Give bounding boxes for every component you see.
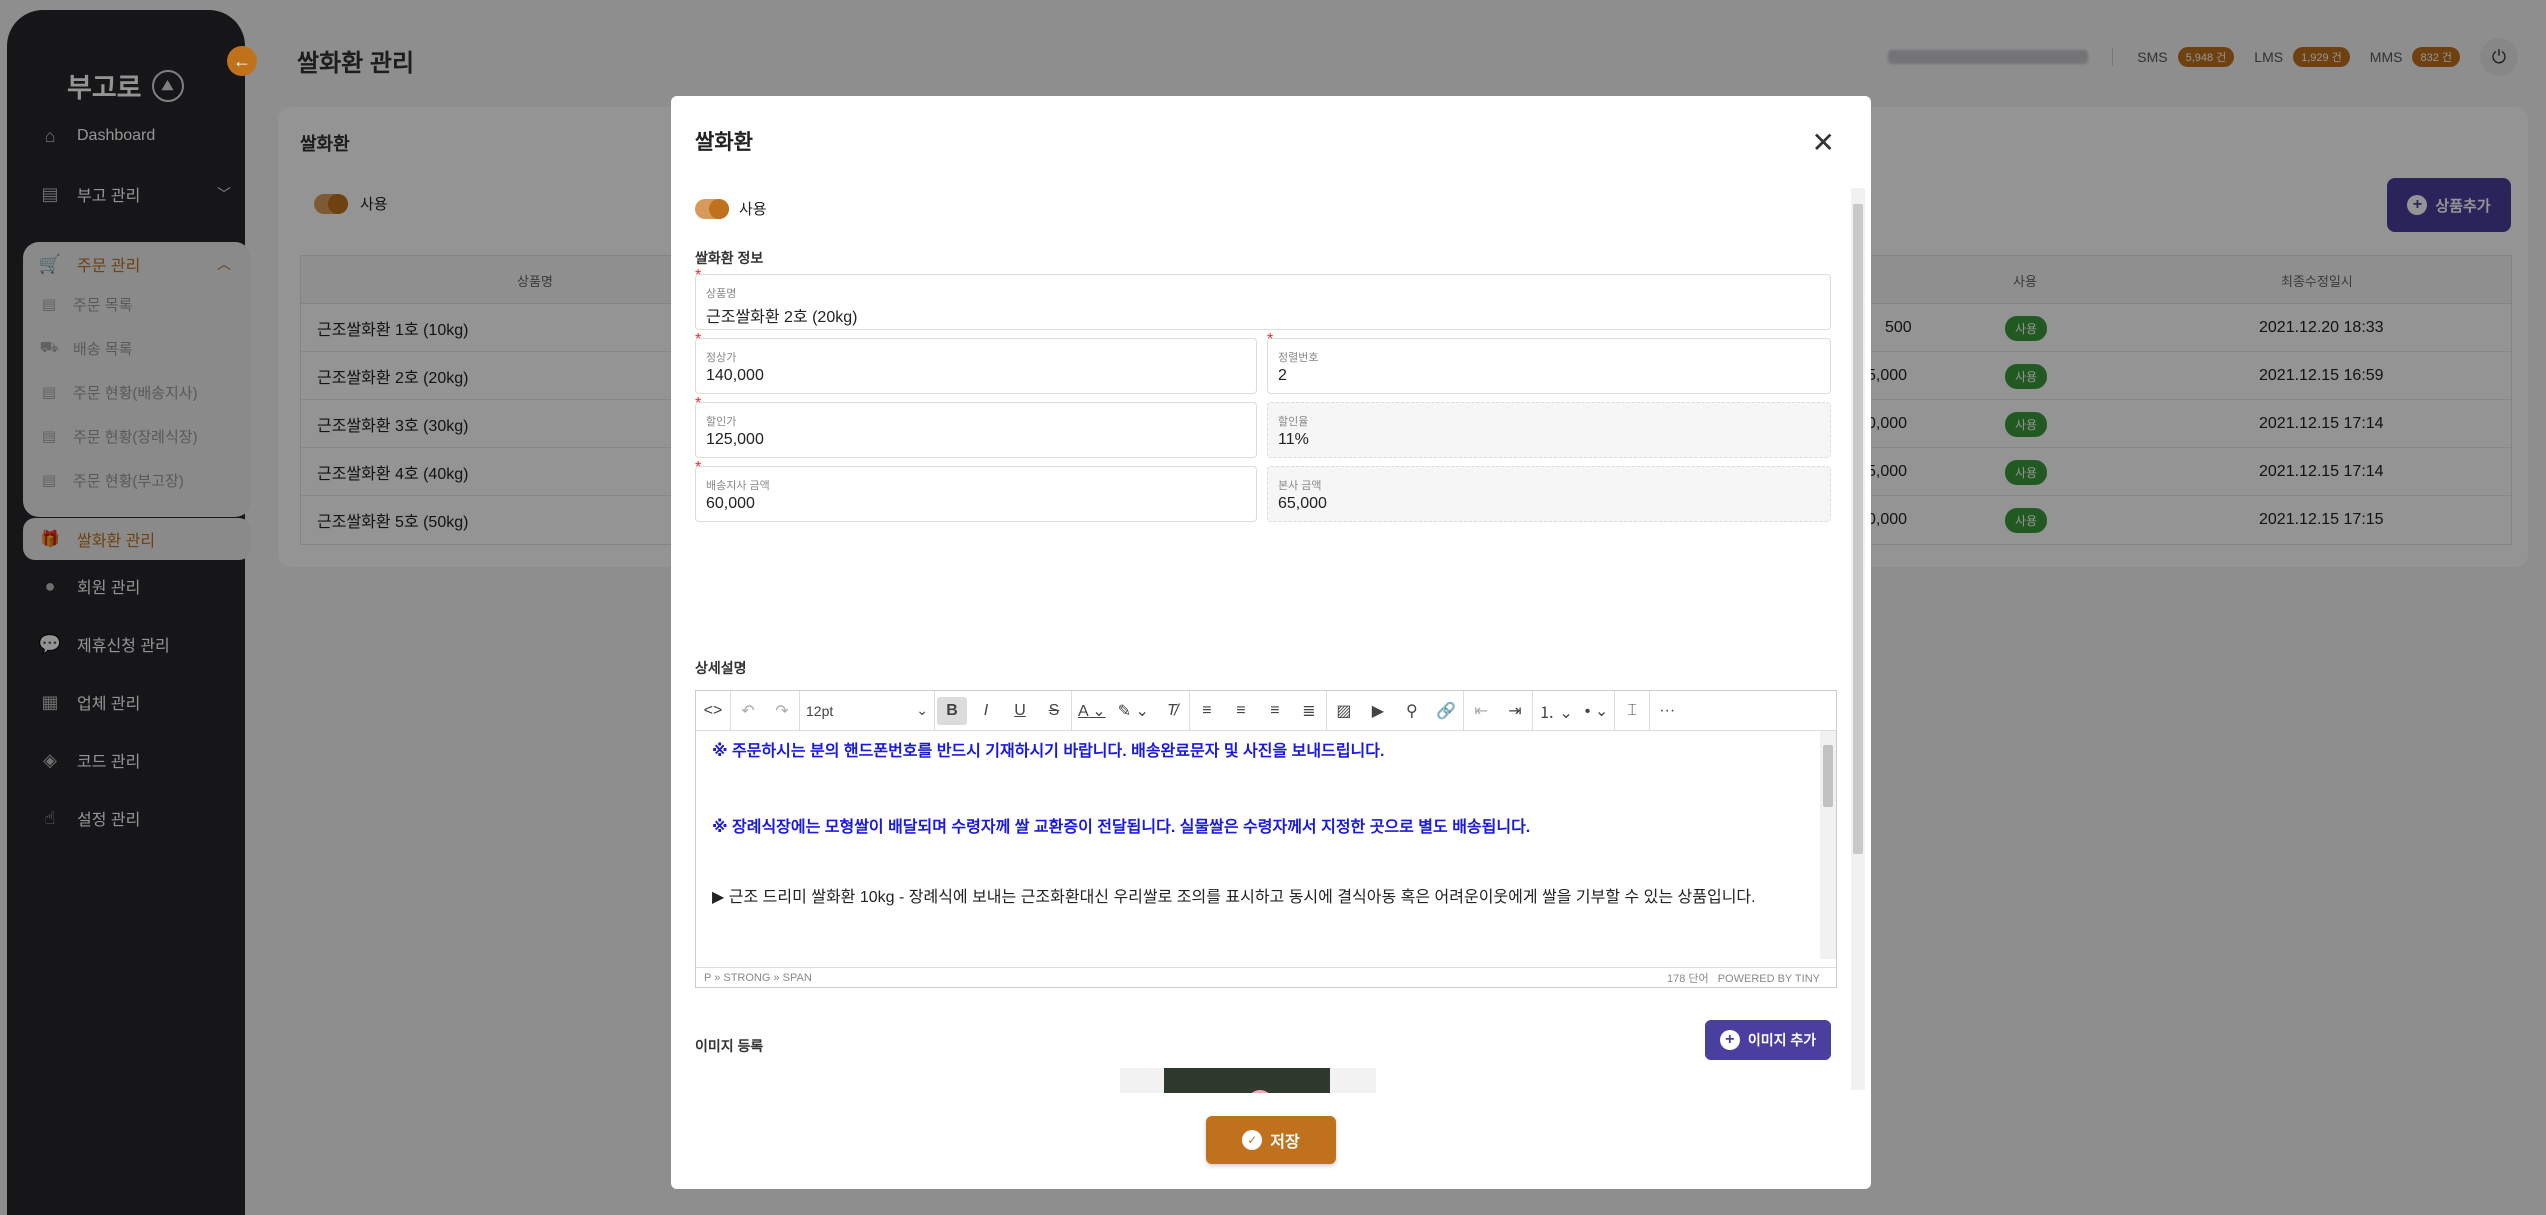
highlight-icon[interactable]: ✎ ⌄	[1112, 691, 1155, 731]
collapse-sidebar-button[interactable]: ←	[227, 46, 257, 76]
field-value: 11%	[1278, 431, 1309, 448]
page-break-icon[interactable]: ⌶	[1615, 691, 1649, 731]
editor-content[interactable]: ※ 주문하시는 분의 핸드폰번호를 반드시 기재하시기 바랍니다. 배송완료문자…	[696, 731, 1818, 959]
detail-section-title: 상세설명	[695, 660, 747, 676]
field-label: 할인가	[706, 416, 737, 428]
field-label: 상품명	[706, 288, 737, 300]
edit-product-modal: 쌀화환 ✕ 사용 쌀화환 정보 * 상품명 근조쌀화환 2호 (20kg) * …	[671, 96, 1871, 1189]
toggle-switch[interactable]	[695, 198, 729, 219]
font-size-select[interactable]: 12pt ⌄	[800, 691, 934, 731]
check-icon: ✓	[1242, 1130, 1263, 1150]
align-justify-icon[interactable]: ≣	[1292, 691, 1326, 731]
editor-line: ▶ 근조 드리미 쌀화환 10kg - 장례식에 보내는 근조화환대신 우리쌀로…	[712, 889, 1756, 906]
align-left-icon[interactable]: ≡	[1190, 691, 1224, 731]
editor-statusbar: P » STRONG » SPAN 178 단어 POWERED BY TINY	[696, 967, 1836, 987]
info-section-title: 쌀화환 정보	[695, 250, 764, 266]
required-mark: *	[695, 459, 702, 476]
italic-icon[interactable]: I	[969, 691, 1003, 731]
word-count: 178 단어	[1666, 972, 1709, 985]
powered-by: POWERED BY TINY	[1717, 972, 1820, 985]
arrow-left-icon: ←	[233, 50, 251, 71]
field-value: 140,000	[706, 367, 764, 384]
required-mark: *	[695, 395, 702, 412]
rich-text-editor[interactable]: <> ↶ ↷ 12pt ⌄ B I U S A ⌄ ✎ ⌄ T̸ ≡ ≡ ≡ ≣…	[695, 690, 1837, 988]
align-right-icon[interactable]: ≡	[1258, 691, 1292, 731]
numbered-list-icon[interactable]: ⒈ ⌄	[1533, 691, 1579, 731]
editor-toolbar: <> ↶ ↷ 12pt ⌄ B I U S A ⌄ ✎ ⌄ T̸ ≡ ≡ ≡ ≣…	[696, 690, 1836, 731]
field-label: 본사 금액	[1278, 480, 1322, 492]
bullet-list-icon[interactable]: • ⌄	[1579, 691, 1614, 731]
image-icon[interactable]: ▨	[1327, 691, 1361, 731]
field-value: 65,000	[1278, 495, 1327, 512]
plus-icon: +	[1719, 1030, 1740, 1050]
stamp-icon[interactable]: ⚲	[1395, 691, 1429, 731]
chevron-down-icon: ⌄	[916, 702, 928, 718]
field-value: 125,000	[706, 431, 764, 448]
text-color-icon[interactable]: A ⌄	[1072, 691, 1112, 731]
editor-line: ※ 주문하시는 분의 핸드폰번호를 반드시 기재하시기 바랍니다. 배송완료문자…	[712, 743, 1385, 760]
more-icon[interactable]: ···	[1650, 691, 1684, 731]
discount-rate-field: 할인율 11%	[1267, 402, 1831, 458]
source-code-icon[interactable]: <>	[696, 691, 730, 731]
strikethrough-icon[interactable]: S	[1037, 691, 1071, 731]
product-name-field[interactable]: * 상품명 근조쌀화환 2호 (20kg)	[695, 267, 1831, 330]
align-center-icon[interactable]: ≡	[1224, 691, 1258, 731]
close-icon[interactable]: ✕	[1812, 126, 1835, 159]
editor-scrollbar[interactable]	[1820, 731, 1836, 959]
link-icon[interactable]: 🔗	[1429, 691, 1463, 731]
required-mark: *	[695, 331, 702, 348]
indent-icon[interactable]: ⇥	[1498, 691, 1532, 731]
redo-icon[interactable]: ↷	[765, 691, 799, 731]
underline-icon[interactable]: U	[1003, 691, 1037, 731]
clear-format-icon[interactable]: T̸	[1155, 691, 1189, 731]
modal-body: 사용 쌀화환 정보 * 상품명 근조쌀화환 2호 (20kg) * 정상가 14…	[695, 188, 1837, 1093]
list-price-field[interactable]: * 정상가 140,000	[695, 331, 1257, 394]
required-mark: *	[695, 267, 702, 284]
bold-icon[interactable]: B	[937, 696, 967, 725]
field-label: 정상가	[706, 352, 737, 364]
add-image-label: 이미지 추가	[1747, 1032, 1817, 1048]
branch-amount-field[interactable]: * 배송지사 금액 60,000	[695, 459, 1257, 522]
image-section-title: 이미지 등록	[695, 1038, 764, 1054]
field-label: 배송지사 금액	[706, 480, 770, 492]
editor-line: ※ 장례식장에는 모형쌀이 배달되며 수령자께 쌀 교환증이 전달됩니다. 실물…	[712, 819, 1531, 836]
use-toggle[interactable]: 사용	[695, 198, 767, 219]
field-value: 2	[1278, 367, 1287, 384]
toggle-label: 사용	[739, 201, 767, 218]
undo-icon[interactable]: ↶	[731, 691, 765, 731]
outdent-icon[interactable]: ⇤	[1464, 691, 1498, 731]
sale-price-field[interactable]: * 할인가 125,000	[695, 395, 1257, 458]
hq-amount-field: 본사 금액 65,000	[1267, 466, 1831, 522]
element-path: P » STRONG » SPAN	[704, 971, 812, 984]
field-label: 정렬번호	[1278, 352, 1319, 364]
save-button[interactable]: ✓ 저장	[1206, 1116, 1336, 1164]
required-mark: *	[1267, 331, 1274, 348]
media-icon[interactable]: ▶	[1361, 691, 1395, 731]
font-size-value: 12pt	[806, 702, 834, 719]
sort-order-field[interactable]: * 정렬번호 2	[1267, 331, 1831, 394]
field-label: 할인율	[1278, 416, 1309, 428]
field-value: 60,000	[706, 495, 755, 512]
add-image-button[interactable]: + 이미지 추가	[1705, 1020, 1831, 1060]
modal-scrollbar[interactable]	[1851, 188, 1865, 1090]
save-label: 저장	[1270, 1134, 1300, 1151]
modal-title: 쌀화환	[695, 131, 753, 154]
field-value: 근조쌀화환 2호 (20kg)	[706, 309, 858, 326]
product-image-thumbnail[interactable]: 화 哀	[1110, 1068, 1390, 1093]
